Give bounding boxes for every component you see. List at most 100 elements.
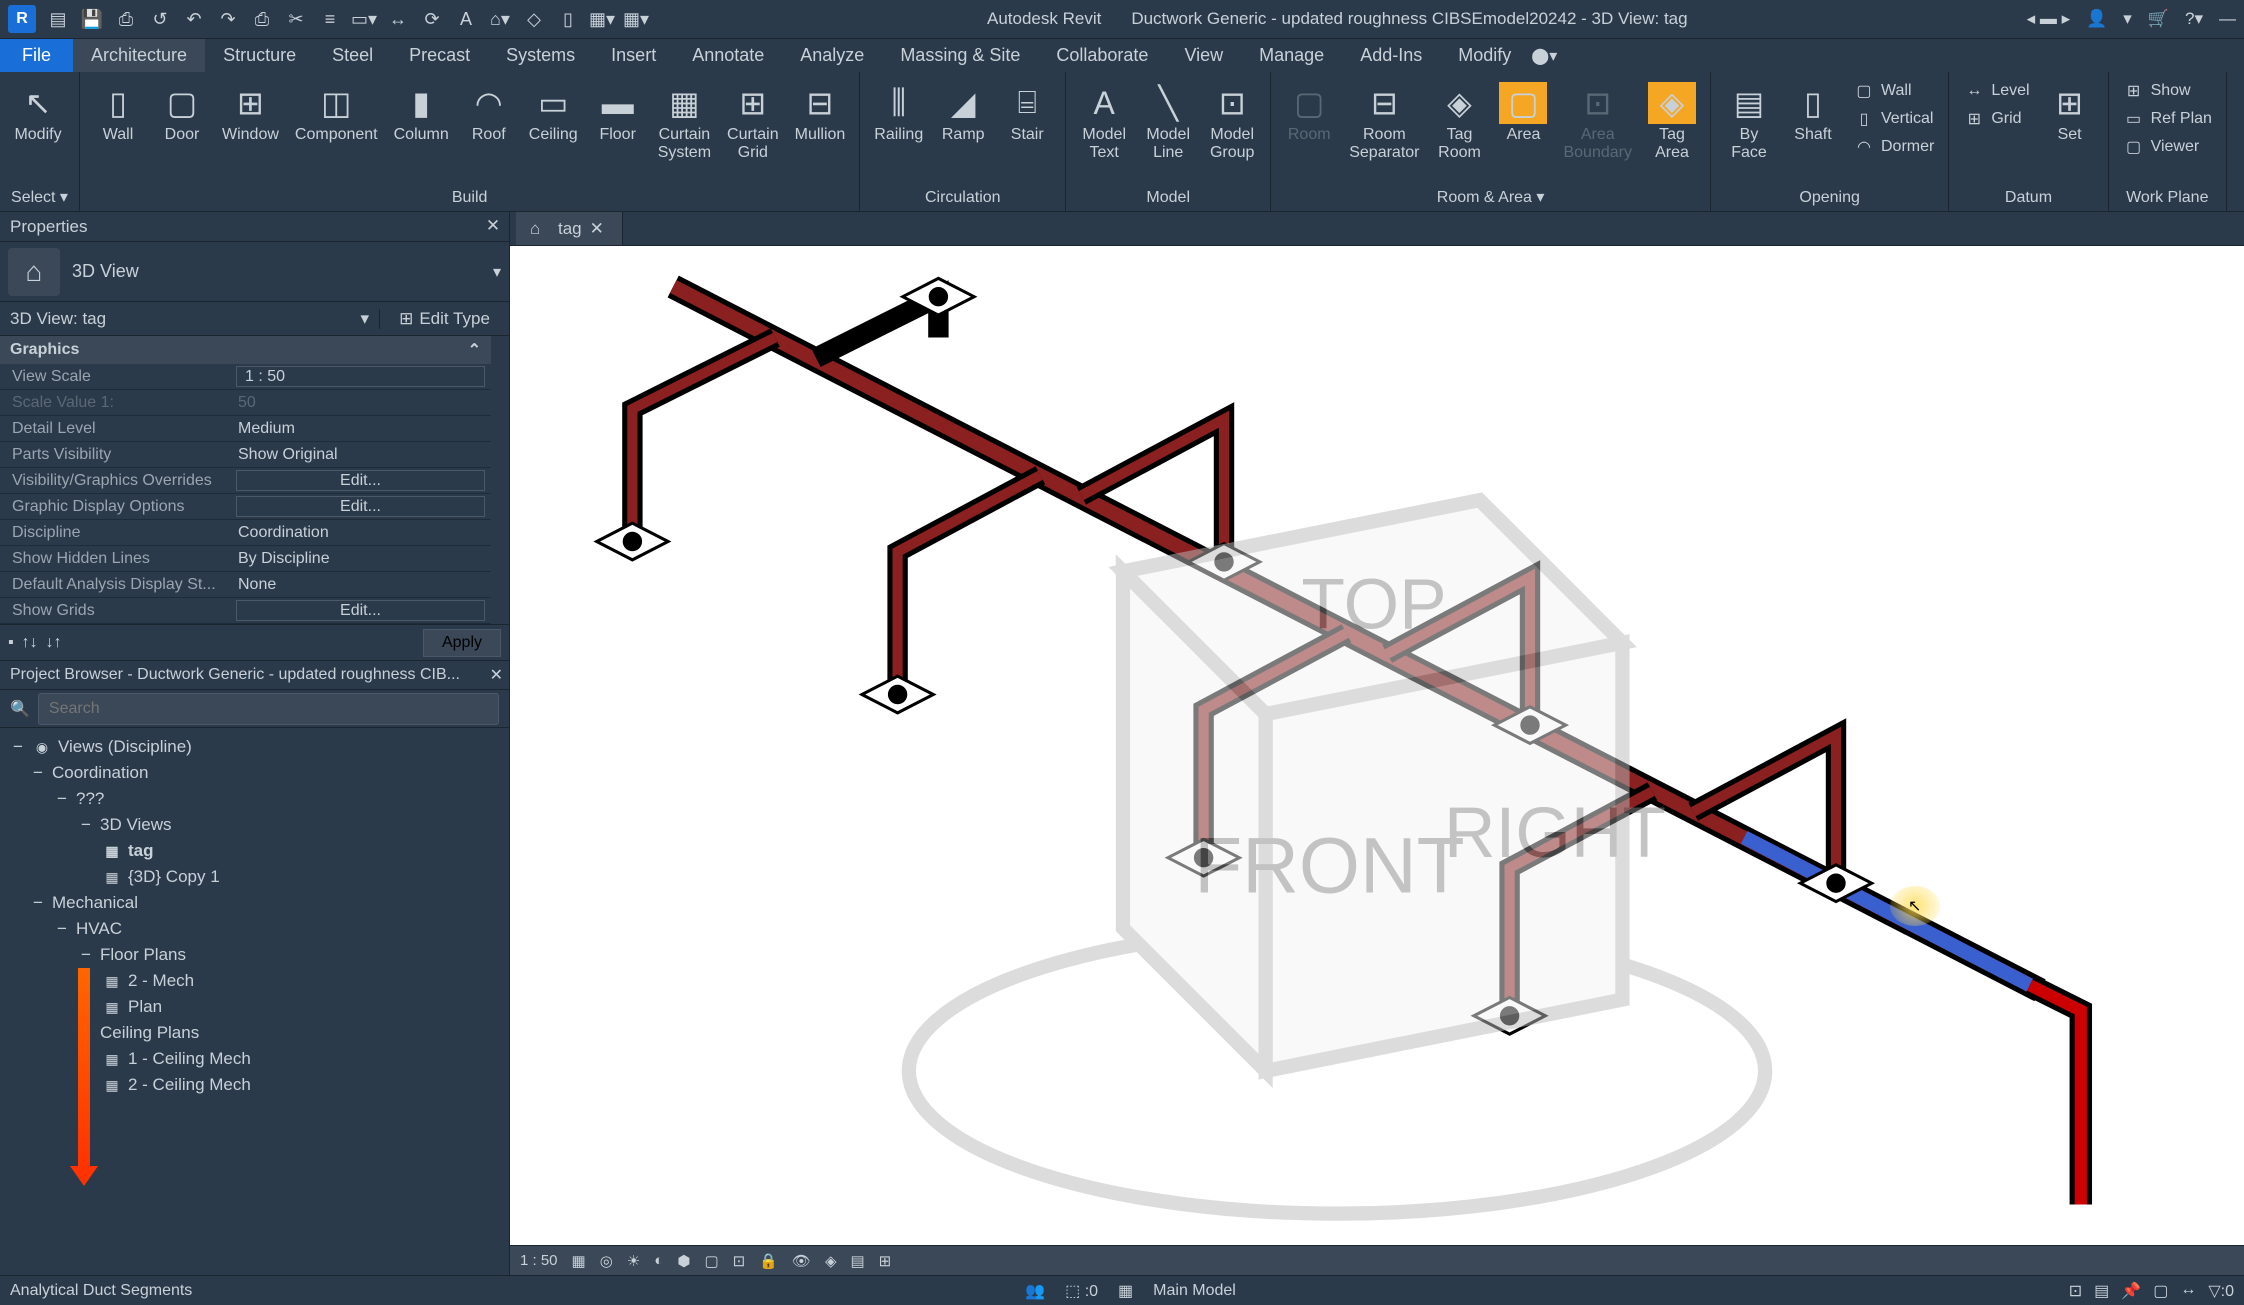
text-icon[interactable]: A bbox=[454, 7, 478, 31]
drag-elements-icon[interactable]: ↔ bbox=[2180, 1281, 2196, 1301]
graphics-group-header[interactable]: Graphics⌃ bbox=[0, 336, 491, 364]
opening-wall-button[interactable]: ▢Wall bbox=[1847, 78, 1940, 104]
mullion-button[interactable]: ⊟Mullion bbox=[789, 78, 852, 148]
scale-control[interactable]: 1 : 50 bbox=[520, 1252, 558, 1269]
analytical-control[interactable]: ▤ bbox=[850, 1252, 864, 1270]
tree-item[interactable]: −Ceiling Plans bbox=[0, 1020, 491, 1046]
shadows-control[interactable]: ◐ bbox=[654, 1252, 663, 1269]
tab-massing-site[interactable]: Massing & Site bbox=[882, 39, 1038, 72]
thin-lines-icon[interactable]: ≡ bbox=[318, 7, 342, 31]
dimension-icon[interactable]: ↔ bbox=[386, 7, 410, 31]
tab-view[interactable]: View bbox=[1166, 39, 1241, 72]
switch-windows-icon[interactable]: ▦▾ bbox=[590, 7, 614, 31]
record-icon[interactable]: ⬤▾ bbox=[1529, 39, 1559, 72]
property-edit-button[interactable]: Edit... bbox=[236, 470, 485, 491]
curtain-grid-button[interactable]: ⊞Curtain Grid bbox=[721, 78, 785, 165]
main-model-dropdown[interactable]: Main Model bbox=[1153, 1282, 1236, 1300]
sort-asc-icon[interactable]: ↑↓ bbox=[22, 634, 38, 652]
properties-close-icon[interactable]: ✕ bbox=[483, 216, 503, 236]
search-input[interactable] bbox=[38, 693, 499, 725]
stair-button[interactable]: ⌸Stair bbox=[997, 78, 1057, 148]
default3d-icon[interactable]: ◇ bbox=[522, 7, 546, 31]
tag-area-button[interactable]: ◈Tag Area bbox=[1642, 78, 1702, 165]
show-workplane-button[interactable]: ⊞Show bbox=[2117, 78, 2218, 104]
crop-control[interactable]: ▢ bbox=[704, 1252, 718, 1270]
expander-icon[interactable]: − bbox=[30, 893, 46, 913]
ceiling-button[interactable]: ▭Ceiling bbox=[523, 78, 584, 148]
section-icon[interactable]: ▯ bbox=[556, 7, 580, 31]
tab-analyze[interactable]: Analyze bbox=[782, 39, 882, 72]
filter-icon[interactable]: ▽:0 bbox=[2208, 1281, 2234, 1301]
tree-item[interactable]: −??? bbox=[0, 786, 491, 812]
tab-precast[interactable]: Precast bbox=[391, 39, 488, 72]
select-links-icon[interactable]: ⊡ bbox=[2069, 1281, 2082, 1301]
undo-icon[interactable]: ↶ bbox=[182, 7, 206, 31]
tab-manage[interactable]: Manage bbox=[1241, 39, 1342, 72]
align-icon[interactable]: ▭▾ bbox=[352, 7, 376, 31]
tab-insert[interactable]: Insert bbox=[593, 39, 674, 72]
temp-hide-control[interactable]: 👁 bbox=[792, 1252, 811, 1270]
tab-annotate[interactable]: Annotate bbox=[674, 39, 782, 72]
room-separator-button[interactable]: ⊟Room Separator bbox=[1343, 78, 1425, 165]
favorites-icon[interactable]: ▾ bbox=[2123, 9, 2132, 29]
property-value[interactable]: 1 : 50 bbox=[236, 366, 485, 387]
sync-icon[interactable]: ↺ bbox=[148, 7, 172, 31]
shaft-button[interactable]: ▯Shaft bbox=[1783, 78, 1843, 148]
model-text-button[interactable]: AModel Text bbox=[1074, 78, 1134, 165]
wall-button[interactable]: ▯Wall bbox=[88, 78, 148, 148]
set-button[interactable]: ⊞Set bbox=[2040, 78, 2100, 148]
reveal-control[interactable]: ◈ bbox=[825, 1252, 837, 1270]
tab-collaborate[interactable]: Collaborate bbox=[1038, 39, 1166, 72]
sun-path-control[interactable]: ☀ bbox=[627, 1252, 640, 1270]
tab-steel[interactable]: Steel bbox=[314, 39, 391, 72]
filter-icon[interactable]: ▪ bbox=[8, 634, 14, 652]
tree-item[interactable]: ▦Plan bbox=[0, 994, 491, 1020]
door-button[interactable]: ▢Door bbox=[152, 78, 212, 148]
expander-icon[interactable]: − bbox=[78, 945, 94, 965]
ramp-button[interactable]: ◢Ramp bbox=[933, 78, 993, 148]
minimize-icon[interactable]: — bbox=[2219, 9, 2236, 29]
tree-item[interactable]: ▦2 - Mech bbox=[0, 968, 491, 994]
edit-type-button[interactable]: ⊞ Edit Type bbox=[379, 309, 509, 329]
select-face-icon[interactable]: ▢ bbox=[2153, 1281, 2168, 1301]
model-line-button[interactable]: ╲Model Line bbox=[1138, 78, 1198, 165]
tree-item[interactable]: ▦1 - Ceiling Mech bbox=[0, 1046, 491, 1072]
expander-icon[interactable]: − bbox=[54, 789, 70, 809]
cut-icon[interactable]: ✂ bbox=[284, 7, 308, 31]
window-button[interactable]: ⊞Window bbox=[216, 78, 285, 148]
room-area-panel-label[interactable]: Room & Area ▾ bbox=[1279, 183, 1702, 207]
instance-dropdown[interactable]: 3D View: tag▾ bbox=[0, 309, 379, 329]
curtain-system-button[interactable]: ▦Curtain System bbox=[652, 78, 717, 165]
expander-icon[interactable]: − bbox=[54, 919, 70, 939]
render-control[interactable]: ⬢ bbox=[677, 1252, 690, 1270]
tree-root[interactable]: − ◉ Views (Discipline) bbox=[0, 734, 491, 760]
roof-button[interactable]: ◠Roof bbox=[459, 78, 519, 148]
tree-item[interactable]: −Floor Plans bbox=[0, 942, 491, 968]
property-value[interactable]: Coordination bbox=[230, 520, 491, 545]
railing-button[interactable]: ⫼Railing bbox=[868, 78, 929, 148]
property-value[interactable]: Show Original bbox=[230, 442, 491, 467]
select-underlay-icon[interactable]: ▤ bbox=[2094, 1281, 2109, 1301]
type-selector[interactable]: ⌂ 3D View ▾ bbox=[0, 242, 509, 302]
tree-item[interactable]: ▦2 - Ceiling Mech bbox=[0, 1072, 491, 1098]
tag-room-button[interactable]: ◈Tag Room bbox=[1429, 78, 1489, 165]
detail-level-control[interactable]: ▦ bbox=[572, 1252, 586, 1270]
close-icon[interactable]: ✕ bbox=[590, 219, 608, 239]
browser-scrollbar[interactable] bbox=[491, 728, 509, 1275]
opening-vertical-button[interactable]: ▯Vertical bbox=[1847, 106, 1940, 132]
saveall-icon[interactable]: ⎙ bbox=[114, 7, 138, 31]
expander-icon[interactable]: − bbox=[78, 815, 94, 835]
redo-icon[interactable]: ↷ bbox=[216, 7, 240, 31]
property-value[interactable]: By Discipline bbox=[230, 546, 491, 571]
tab-structure[interactable]: Structure bbox=[205, 39, 314, 72]
print-icon[interactable]: ⎙ bbox=[250, 7, 274, 31]
opening-dormer-button[interactable]: ◠Dormer bbox=[1847, 134, 1940, 160]
tree-item[interactable]: −Mechanical bbox=[0, 890, 491, 916]
cart-icon[interactable]: 🛒 bbox=[2148, 9, 2169, 29]
modify-button[interactable]: ↖ Modify bbox=[8, 78, 68, 148]
revit-app-icon[interactable]: R bbox=[8, 5, 36, 33]
sort-desc-icon[interactable]: ↓↑ bbox=[46, 634, 62, 652]
tab-addins[interactable]: Add-Ins bbox=[1342, 39, 1440, 72]
user-icon[interactable]: 👤 bbox=[2086, 9, 2107, 29]
area-button[interactable]: ▢Area bbox=[1493, 78, 1553, 148]
